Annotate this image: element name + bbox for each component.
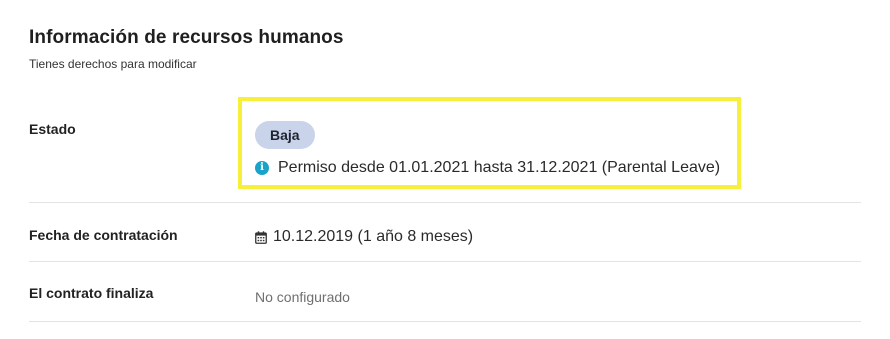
status-badge: Baja <box>255 121 315 149</box>
hire-date-value: 10.12.2019 (1 año 8 meses) <box>273 228 474 245</box>
section-title: Información de recursos humanos <box>29 27 344 48</box>
divider <box>29 202 861 203</box>
info-circle-icon: i <box>255 161 269 175</box>
section-subtitle: Tienes derechos para modificar <box>29 57 197 71</box>
divider <box>29 261 861 262</box>
leave-info: i Permiso desde 01.01.2021 hasta 31.12.2… <box>255 157 720 179</box>
hire-date-value-group: 10.12.2019 (1 año 8 meses) <box>255 226 473 248</box>
leave-text: Permiso desde 01.01.2021 hasta 31.12.202… <box>278 159 721 176</box>
hire-date-label: Fecha de contratación <box>29 227 178 243</box>
divider <box>29 321 861 322</box>
status-label: Estado <box>29 121 76 137</box>
contract-end-value: No configurado <box>255 289 350 305</box>
hr-info-section: Información de recursos humanos Tienes d… <box>0 0 890 339</box>
calendar-icon <box>255 230 267 244</box>
contract-end-label: El contrato finaliza <box>29 285 154 301</box>
